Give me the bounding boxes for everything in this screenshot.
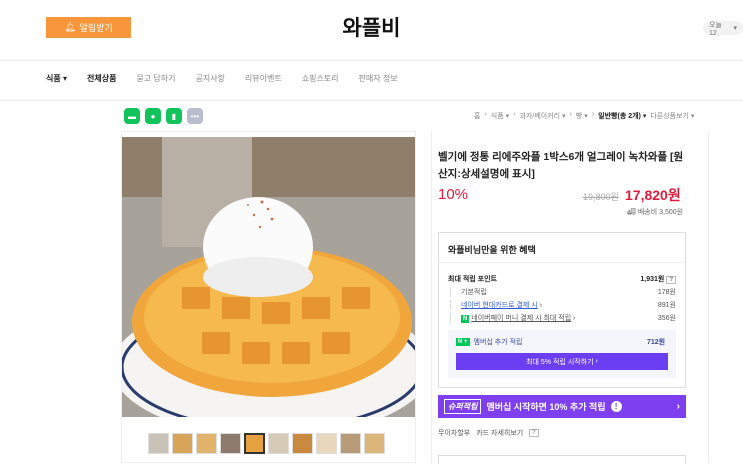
nav-item-shopping-story[interactable]: 쇼핑스토리: [302, 73, 339, 84]
breadcrumb-food[interactable]: 식품 ▾: [491, 111, 509, 121]
thumbnail[interactable]: [172, 433, 193, 454]
membership-label: N + 멤버십 추가 적립: [456, 338, 523, 346]
thumbnail[interactable]: [364, 433, 385, 454]
installment-label: 무이자할부: [438, 430, 471, 437]
truck-icon: 🚚︎: [627, 209, 636, 216]
banner-text: 멤버십 시작하면 10% 추가 적립: [486, 402, 606, 412]
installment-row: 무이자할부 카드 자세히보기 ?: [438, 428, 539, 438]
chevron-down-icon: ▾: [733, 25, 737, 32]
chevron-right-icon: ›: [676, 401, 680, 412]
thumbnail[interactable]: [148, 433, 169, 454]
product-photo[interactable]: [122, 137, 415, 417]
help-icon[interactable]: ?: [529, 429, 539, 437]
breadcrumb-snack[interactable]: 과자/베이커리 ▾: [520, 111, 566, 121]
store-title[interactable]: 와플비: [0, 12, 743, 42]
info-icon[interactable]: !: [610, 401, 622, 412]
breadcrumb-bread[interactable]: 빵 ▾: [576, 111, 588, 121]
nav-item-qna[interactable]: 묻고 답하기: [136, 73, 175, 84]
header-divider: [0, 60, 743, 61]
nav-divider: [0, 100, 743, 101]
nav-item-notice[interactable]: 공지사항: [195, 73, 224, 84]
thumbnail[interactable]: [340, 433, 361, 454]
share-buttons: ▬ ● ▮ •••: [124, 108, 203, 124]
breadcrumb-other-products[interactable]: 다른상품보기 ▾: [650, 111, 694, 121]
option-select-box[interactable]: [438, 455, 686, 464]
nav-item-all-products[interactable]: 전체상품: [87, 73, 116, 84]
thumbnail[interactable]: [292, 433, 313, 454]
today-badge[interactable]: 오늘 12 ▾: [703, 21, 743, 37]
naver-pay-icon: N: [461, 315, 470, 323]
points-row-card[interactable]: 네이버 현대카드로 결제 시 › 891원: [448, 300, 676, 310]
super-points-banner[interactable]: 슈퍼적립 멤버십 시작하면 10% 추가 적립 ! ›: [438, 395, 686, 418]
store-nav: 식품 ▾ 전체상품 묻고 답하기 공지사항 리뷰이벤트 쇼핑스토리 판매자 정보: [46, 73, 418, 84]
more-icon[interactable]: •••: [187, 108, 203, 124]
nav-item-food[interactable]: 식품 ▾: [46, 73, 67, 84]
super-tag: 슈퍼적립: [444, 399, 482, 414]
nav-item-review-event[interactable]: 리뷰이벤트: [245, 73, 282, 84]
max-points-row: 최대 적립 포인트 1,931원 ?: [448, 274, 676, 284]
benefit-title: 와플비님만을 위한 혜택: [448, 245, 536, 255]
points-row-money[interactable]: N 네이버페이 머니 결제 시 최대 적립 › 356원: [448, 313, 676, 323]
thumbnail-strip: [148, 433, 385, 454]
membership-start-button[interactable]: 최대 5% 적립 시작하기 ›: [456, 353, 668, 370]
shipping-fee: 🚚︎ 배송비 3,500원: [627, 209, 684, 216]
benefit-divider: [439, 262, 685, 263]
original-price: 19,800원: [583, 192, 619, 202]
sale-price: 17,820원: [625, 187, 681, 203]
talk-icon[interactable]: ▬: [124, 108, 140, 124]
breadcrumb: 홈 › 식품 ▾ › 과자/베이커리 ▾ › 빵 ▾ › 일반빵(총 2개) ▾ 다른상…: [474, 111, 695, 121]
breadcrumb-general-bread[interactable]: 일반빵(총 2개) ▾: [598, 111, 646, 121]
points-row-basic: 기본적립 178원: [448, 287, 676, 297]
membership-badge-icon: N +: [456, 338, 470, 346]
today-count: 오늘 12: [709, 21, 722, 37]
thumbnail[interactable]: [220, 433, 241, 454]
nav-item-seller-info[interactable]: 판매자 정보: [359, 73, 398, 84]
discount-rate: 10%: [438, 186, 469, 203]
thumbnail[interactable]: [268, 433, 289, 454]
breadcrumb-home[interactable]: 홈: [474, 111, 480, 121]
help-icon[interactable]: ?: [666, 276, 676, 284]
thumbnail-selected[interactable]: [244, 433, 265, 454]
card-details-link[interactable]: 카드 자세히보기: [476, 428, 523, 438]
thumbnail[interactable]: [196, 433, 217, 454]
chat-icon[interactable]: ●: [145, 108, 161, 124]
thumbnail[interactable]: [316, 433, 337, 454]
bookmark-icon[interactable]: ▮: [166, 108, 182, 124]
membership-value: 712원: [647, 339, 666, 346]
product-title: 벨기에 정통 리에주와플 1박스6개 얼그레이 녹차와플 [원산지:상세설명에 …: [438, 151, 684, 180]
